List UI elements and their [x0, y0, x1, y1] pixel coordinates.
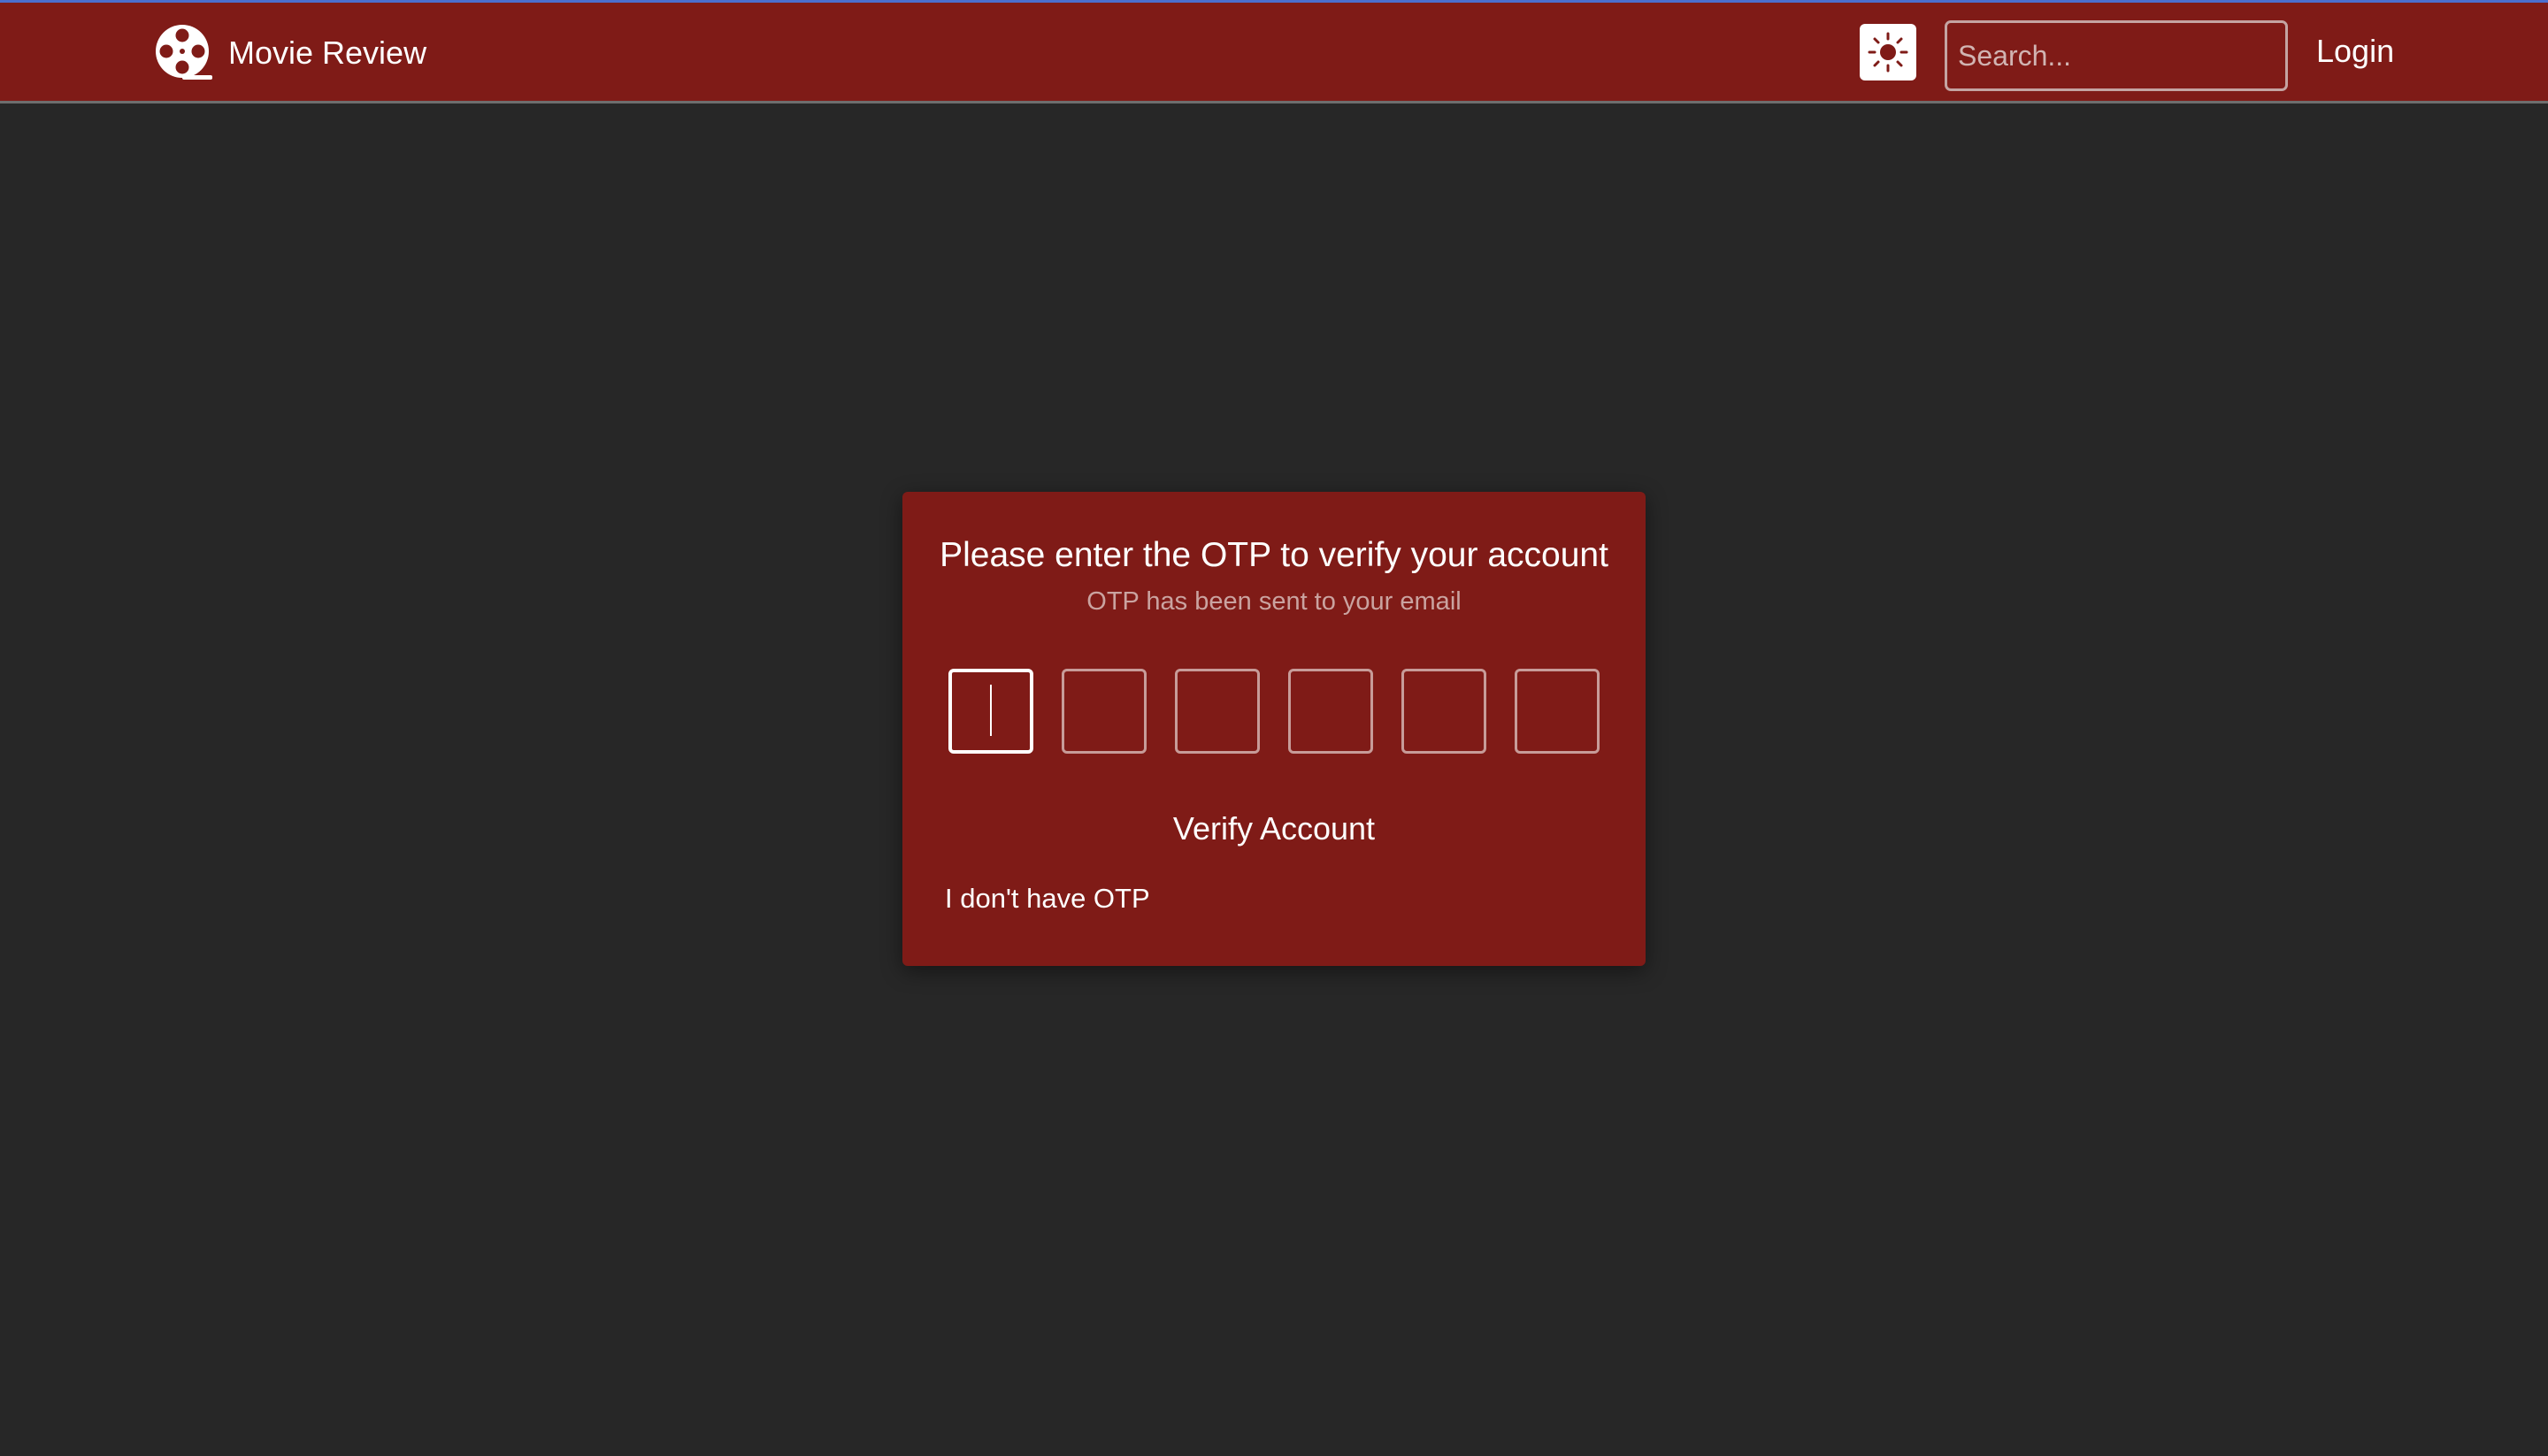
brand-link[interactable]: Movie Review [154, 24, 426, 82]
search-input[interactable] [1945, 20, 2288, 91]
resend-otp-link[interactable]: I don't have OTP [945, 883, 1150, 915]
otp-digit-input-2[interactable] [1062, 669, 1147, 754]
login-link[interactable]: Login [2316, 33, 2394, 70]
otp-verification-card: Please enter the OTP to verify your acco… [902, 492, 1646, 966]
otp-digit-input-4[interactable] [1288, 669, 1373, 754]
brand-title: Movie Review [228, 34, 427, 71]
sun-icon [1868, 32, 1908, 73]
verify-account-button[interactable]: Verify Account [902, 810, 1646, 847]
otp-digit-input-5[interactable] [1401, 669, 1486, 754]
otp-digit-input-3[interactable] [1175, 669, 1260, 754]
otp-digit-input-6[interactable] [1515, 669, 1600, 754]
otp-card-subtitle: OTP has been sent to your email [1086, 587, 1462, 616]
film-reel-icon [156, 25, 212, 80]
otp-input-group [948, 669, 1603, 754]
otp-card-title: Please enter the OTP to verify your acco… [940, 536, 1608, 574]
text-caret [990, 685, 992, 736]
theme-toggle-button[interactable] [1860, 24, 1916, 80]
top-navbar: Movie Review Login [0, 0, 2548, 103]
